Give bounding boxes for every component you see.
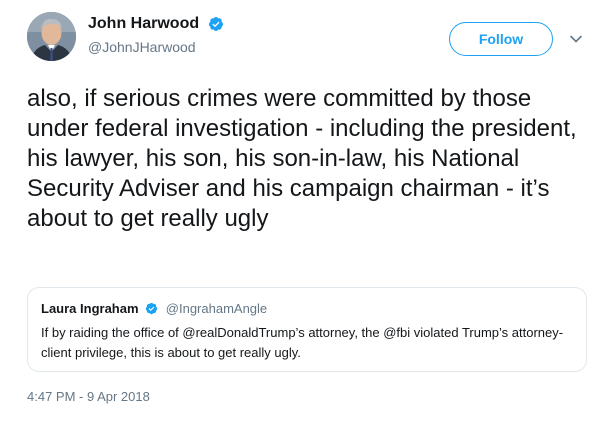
author-handle[interactable]: @JohnJHarwood bbox=[88, 39, 224, 55]
avatar[interactable] bbox=[27, 12, 76, 61]
chevron-down-icon[interactable] bbox=[569, 32, 583, 46]
verified-badge-icon bbox=[208, 17, 223, 31]
quoted-tweet-header: Laura Ingraham @IngrahamAngle bbox=[41, 300, 267, 316]
avatar-image bbox=[27, 12, 76, 61]
quoted-tweet[interactable]: Laura Ingraham @IngrahamAngle If by raid… bbox=[27, 287, 587, 372]
quoted-tweet-text: If by raiding the office of @realDonaldT… bbox=[41, 325, 564, 360]
author-info: John Harwood @JohnJHarwood bbox=[88, 15, 224, 55]
tweet-text: also, if serious crimes were committed b… bbox=[27, 85, 577, 232]
tweet-card: John Harwood @JohnJHarwood Follow also, … bbox=[0, 0, 612, 421]
author-display-name[interactable]: John Harwood bbox=[88, 15, 199, 33]
tweet-timestamp[interactable]: 4:47 PM - 9 Apr 2018 bbox=[27, 389, 150, 404]
follow-button[interactable]: Follow bbox=[449, 22, 553, 56]
quoted-author-handle: @IngrahamAngle bbox=[165, 301, 268, 317]
quoted-author-display-name: Laura Ingraham bbox=[41, 301, 139, 317]
verified-badge-icon bbox=[145, 302, 158, 315]
